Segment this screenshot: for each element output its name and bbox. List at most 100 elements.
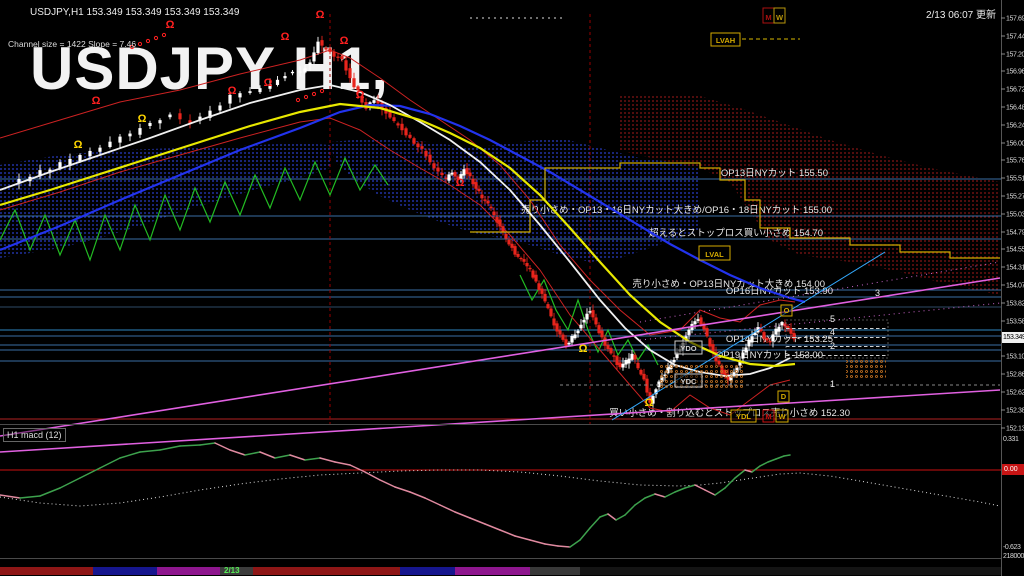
chart-tag-label: M bbox=[765, 13, 771, 22]
chart-tag-label: D bbox=[781, 392, 787, 401]
candle-body bbox=[672, 360, 675, 362]
candle-body bbox=[531, 270, 534, 277]
candle-body bbox=[618, 362, 621, 367]
chart-tag-label: W bbox=[778, 412, 786, 421]
candle-body bbox=[525, 263, 528, 266]
candle-body bbox=[276, 80, 279, 85]
macd-line-segment bbox=[665, 492, 675, 497]
candle-body bbox=[597, 325, 600, 333]
price-axis-label: 155.515 bbox=[1006, 176, 1024, 183]
chart-tag-label: LVAH bbox=[716, 36, 735, 45]
price-axis-label: 156.000 bbox=[1006, 141, 1024, 148]
macd-line-segment bbox=[776, 456, 784, 459]
macd-line-segment bbox=[705, 490, 715, 495]
macd-line-segment bbox=[425, 498, 440, 505]
macd-line-segment bbox=[215, 443, 230, 450]
candle-body bbox=[621, 364, 624, 368]
price-axis-label: 154.310 bbox=[1006, 265, 1024, 272]
price-axis-label: 153.825 bbox=[1006, 301, 1024, 308]
candle-body bbox=[352, 78, 355, 87]
candle-body bbox=[573, 334, 576, 338]
macd-line-segment bbox=[485, 524, 500, 530]
candle-body bbox=[408, 135, 411, 138]
macd-line-segment bbox=[725, 478, 735, 488]
session-bar-segment bbox=[400, 567, 455, 575]
candle-body bbox=[609, 348, 612, 353]
macd-line-segment bbox=[160, 446, 180, 450]
candle-body bbox=[528, 268, 531, 269]
candle-body bbox=[328, 48, 331, 52]
projection-grid-white bbox=[786, 320, 888, 358]
symbol-ohlc-readout: USDJPY,H1 153.349 153.349 153.349 153.34… bbox=[30, 7, 239, 18]
candle-body bbox=[624, 360, 627, 364]
candle-body bbox=[424, 151, 427, 157]
candle-body bbox=[537, 283, 540, 290]
candle-body bbox=[696, 319, 699, 321]
count-label: 1 bbox=[830, 379, 835, 389]
macd-line-segment bbox=[230, 450, 245, 455]
macd-line-segment bbox=[616, 515, 625, 520]
candle-body bbox=[303, 68, 306, 72]
macd-line-segment bbox=[675, 488, 685, 492]
candle-body bbox=[564, 339, 567, 346]
dot-chain-marker bbox=[146, 39, 149, 42]
chart-tag-label: YDO bbox=[680, 344, 696, 353]
chart-tag-label: W bbox=[776, 13, 784, 22]
candle-body bbox=[627, 359, 630, 364]
macd-zero-badge: 0.00 bbox=[1002, 464, 1024, 475]
candle-body bbox=[320, 40, 323, 45]
dot-chain-marker bbox=[320, 89, 323, 92]
price-axis-label: 156.965 bbox=[1006, 69, 1024, 76]
macd-line-segment bbox=[515, 536, 530, 540]
candle-body bbox=[576, 331, 579, 334]
candle-body bbox=[594, 317, 597, 324]
macd-line-segment bbox=[410, 492, 425, 498]
candle-body bbox=[468, 173, 471, 177]
macd-line-segment bbox=[655, 494, 665, 497]
price-axis-label: 152.380 bbox=[1006, 408, 1024, 415]
candle-body bbox=[489, 207, 492, 209]
macd-line-segment bbox=[470, 518, 485, 524]
macd-line-segment bbox=[275, 455, 290, 458]
candle-body bbox=[396, 123, 399, 125]
candle-body bbox=[600, 331, 603, 338]
macd-line-segment bbox=[715, 488, 725, 495]
candle-body bbox=[495, 217, 498, 223]
candle-body bbox=[606, 345, 609, 349]
candle-body bbox=[168, 115, 171, 118]
signal-marker-red-icon: Ω bbox=[456, 177, 465, 189]
count-label: 3 bbox=[875, 288, 880, 298]
candle-body bbox=[348, 68, 351, 78]
macd-line-segment bbox=[645, 494, 655, 498]
price-axis-label: 155.035 bbox=[1006, 212, 1024, 219]
candle-body bbox=[400, 124, 403, 130]
candle-body bbox=[693, 321, 696, 324]
candle-body bbox=[519, 258, 522, 259]
candle-body bbox=[432, 163, 435, 168]
candle-body bbox=[534, 275, 537, 282]
candle-body bbox=[486, 201, 489, 204]
order-cluster-orange-2 bbox=[846, 358, 886, 378]
candle-body bbox=[762, 332, 765, 339]
session-bar-segment bbox=[530, 567, 580, 575]
candle-body bbox=[447, 174, 450, 180]
signal-marker-red-icon: Ω bbox=[264, 77, 273, 89]
candle-body bbox=[462, 169, 465, 175]
signal-marker-red-icon: Ω bbox=[166, 19, 175, 31]
macd-line-segment bbox=[570, 540, 580, 547]
magenta-trendline-2 bbox=[0, 390, 1000, 452]
count-label: 2 bbox=[830, 341, 835, 351]
candle-body bbox=[615, 356, 618, 365]
current-price-badge: 153.349 bbox=[1002, 332, 1024, 343]
candle-body bbox=[579, 325, 582, 329]
chart-drawing-layer: OP13日NYカット 155.50売り小さめ・OP13・16日NYカット大きめ/… bbox=[0, 0, 1024, 576]
price-axis-label: 152.620 bbox=[1006, 390, 1024, 397]
price-chart-canvas[interactable]: OP13日NYカット 155.50売り小さめ・OP13・16日NYカット大きめ/… bbox=[0, 0, 1024, 576]
candle-body bbox=[549, 309, 552, 317]
macd-line-segment bbox=[60, 478, 80, 488]
price-axis-label: 153.585 bbox=[1006, 319, 1024, 326]
macd-line-segment bbox=[752, 466, 760, 472]
macd-line-segment bbox=[558, 546, 570, 547]
price-axis-label: 154.790 bbox=[1006, 230, 1024, 237]
price-axis-label: 157.690 bbox=[1006, 16, 1024, 23]
